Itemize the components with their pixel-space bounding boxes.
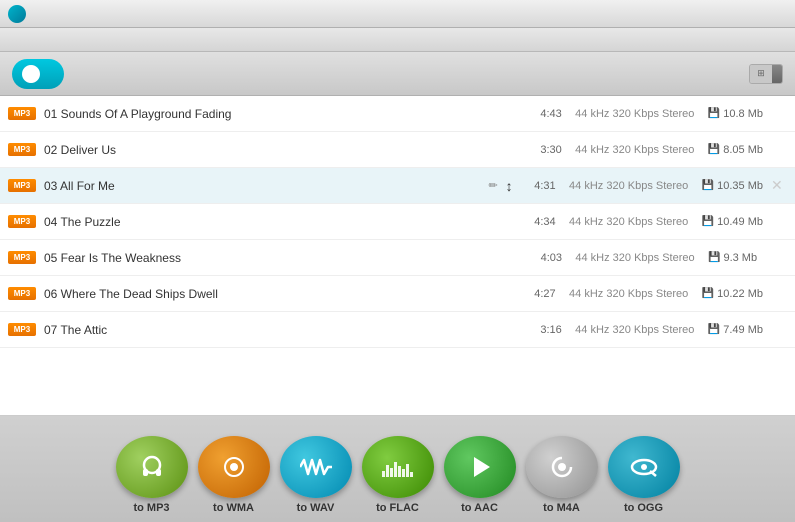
track-info: 44 kHz 320 Kbps Stereo [570, 324, 700, 336]
restore-button[interactable] [751, 6, 767, 22]
track-size: 💾 10.22 Mb [702, 288, 763, 300]
track-row[interactable]: MP3 06 Where The Dead Ships Dwell 4:27 4… [0, 276, 795, 312]
track-duration: 3:16 [527, 324, 562, 336]
track-name: 02 Deliver Us [44, 143, 519, 157]
menu-bar [0, 28, 795, 52]
toggle-off-label [772, 65, 782, 83]
hdd-icon: 💾 [708, 252, 720, 263]
title-bar-left [8, 5, 32, 23]
convert-aac-label: to AAC [461, 502, 498, 514]
title-bar [0, 0, 795, 28]
hdd-icon: 💾 [708, 144, 720, 155]
menu-file[interactable] [8, 38, 16, 42]
join-toggle[interactable]: ⊞ [749, 64, 783, 84]
format-badge: MP3 [8, 143, 36, 156]
track-info: 44 kHz 320 Kbps Stereo [570, 252, 700, 264]
convert-aac-button[interactable] [444, 436, 516, 498]
add-audio-button[interactable] [12, 59, 64, 89]
hdd-icon: 💾 [708, 108, 720, 119]
convert-flac-button[interactable] [362, 436, 434, 498]
convert-m4a-wrap: to M4A [526, 436, 598, 514]
track-list: MP3 01 Sounds Of A Playground Fading 4:4… [0, 96, 795, 416]
track-name: 01 Sounds Of A Playground Fading [44, 107, 519, 121]
format-badge: MP3 [8, 179, 36, 192]
convert-mp3-wrap: to MP3 [116, 436, 188, 514]
edit-icon[interactable]: ✏ [488, 179, 497, 192]
menu-help[interactable] [80, 38, 88, 42]
cursor: ↕ [506, 178, 513, 194]
convert-ogg-label: to OGG [624, 502, 663, 514]
toolbar: ⊞ [0, 52, 795, 96]
convert-wav-label: to WAV [297, 502, 335, 514]
format-badge: MP3 [8, 323, 36, 336]
app-logo [8, 5, 26, 23]
hdd-icon: 💾 [702, 216, 714, 227]
track-size: 💾 8.05 Mb [708, 144, 763, 156]
track-name: 06 Where The Dead Ships Dwell [44, 287, 513, 301]
window-controls [731, 6, 787, 22]
track-duration: 4:43 [527, 108, 562, 120]
format-badge: MP3 [8, 215, 36, 228]
track-info: 44 kHz 320 Kbps Stereo [564, 288, 694, 300]
convert-flac-label: to FLAC [376, 502, 419, 514]
convert-area: to MP3 to WMA to WAV to FLAC to AAC to M4A to … [0, 416, 795, 522]
convert-mp3-button[interactable] [116, 436, 188, 498]
track-info: 44 kHz 320 Kbps Stereo [564, 216, 694, 228]
track-size: 💾 10.49 Mb [702, 216, 763, 228]
track-duration: 4:31 [521, 180, 556, 192]
plus-icon [22, 65, 40, 83]
convert-aac-wrap: to AAC [444, 436, 516, 514]
format-badge: MP3 [8, 251, 36, 264]
track-name: 05 Fear Is The Weakness [44, 251, 519, 265]
delete-icon[interactable]: ✕ [771, 177, 787, 194]
track-duration: 4:03 [527, 252, 562, 264]
close-button[interactable] [771, 6, 787, 22]
track-name: 07 The Attic [44, 323, 519, 337]
menu-edit[interactable] [32, 38, 40, 42]
track-row[interactable]: MP3 01 Sounds Of A Playground Fading 4:4… [0, 96, 795, 132]
track-row[interactable]: MP3 02 Deliver Us 3:30 44 kHz 320 Kbps S… [0, 132, 795, 168]
join-files-control: ⊞ [741, 64, 783, 84]
hdd-icon: 💾 [702, 288, 714, 299]
track-duration: 4:27 [521, 288, 556, 300]
convert-wav-button[interactable] [280, 436, 352, 498]
convert-wav-wrap: to WAV [280, 436, 352, 514]
track-info: 44 kHz 320 Kbps Stereo [570, 144, 700, 156]
format-badge: MP3 [8, 107, 36, 120]
track-info: 44 kHz 320 Kbps Stereo [570, 108, 700, 120]
convert-ogg-button[interactable] [608, 436, 680, 498]
menu-convert[interactable] [56, 38, 64, 42]
track-size: 💾 9.3 Mb [708, 252, 763, 264]
convert-buttons-row: to MP3 to WMA to WAV to FLAC to AAC to M4A to … [116, 436, 680, 514]
track-row[interactable]: MP3 07 The Attic 3:16 44 kHz 320 Kbps St… [0, 312, 795, 348]
hdd-icon: 💾 [708, 324, 720, 335]
minimize-button[interactable] [731, 6, 747, 22]
track-row[interactable]: MP3 05 Fear Is The Weakness 4:03 44 kHz … [0, 240, 795, 276]
track-size: 💾 10.8 Mb [708, 108, 763, 120]
track-name: 04 The Puzzle [44, 215, 513, 229]
convert-wma-label: to WMA [213, 502, 254, 514]
track-info: 44 kHz 320 Kbps Stereo [564, 180, 694, 192]
convert-flac-wrap: to FLAC [362, 436, 434, 514]
track-row[interactable]: MP3 03 All For Me ✏ ↕ 4:31 44 kHz 320 Kbp… [0, 168, 795, 204]
convert-mp3-label: to MP3 [133, 502, 169, 514]
toggle-grid-icon: ⊞ [750, 65, 772, 83]
track-duration: 3:30 [527, 144, 562, 156]
convert-wma-button[interactable] [198, 436, 270, 498]
hdd-icon: 💾 [702, 180, 714, 191]
convert-wma-wrap: to WMA [198, 436, 270, 514]
format-badge: MP3 [8, 287, 36, 300]
track-duration: 4:34 [521, 216, 556, 228]
convert-m4a-label: to M4A [543, 502, 580, 514]
convert-ogg-wrap: to OGG [608, 436, 680, 514]
convert-m4a-button[interactable] [526, 436, 598, 498]
track-size: 💾 7.49 Mb [708, 324, 763, 336]
track-name: 03 All For Me [44, 179, 480, 193]
track-size: 💾 10.35 Mb [702, 180, 763, 192]
track-row[interactable]: MP3 04 The Puzzle 4:34 44 kHz 320 Kbps S… [0, 204, 795, 240]
